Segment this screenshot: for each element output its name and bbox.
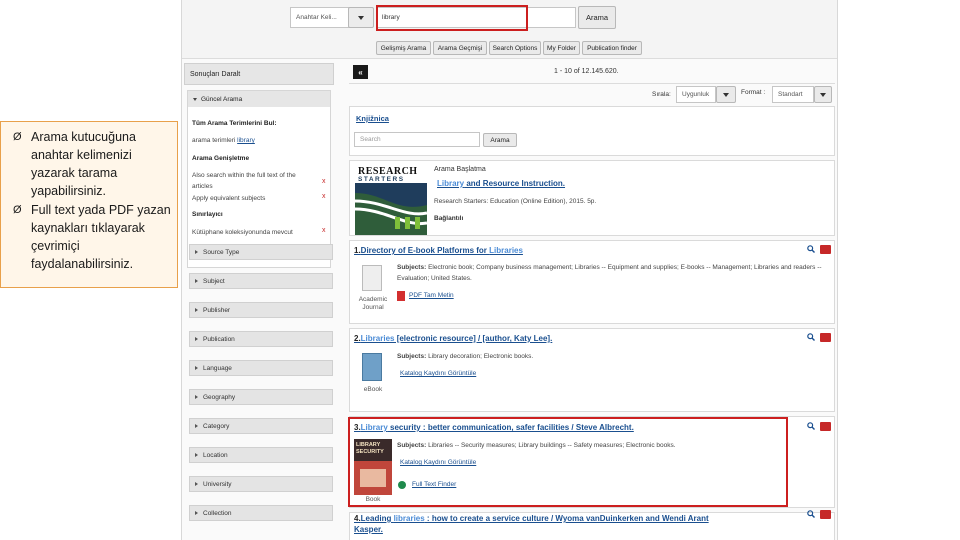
current-search-header[interactable]: Güncel Arama [188,91,330,107]
chevron-down-icon [358,15,364,20]
sort-label: Sırala: [652,91,671,98]
search-options-link[interactable]: Search Options [489,41,541,55]
instruction-note: Ø Arama kutucuğuna anahtar kelimenizi yaz… [0,121,178,288]
search-field-dropdown[interactable]: Anahtar Keli... [290,7,350,28]
database-search-app: Anahtar Keli... library Arama Gelişmiş A… [181,0,838,540]
add-to-folder-icon[interactable] [820,333,831,342]
preview-magnifier-icon[interactable] [807,510,815,518]
collapse-sidebar-button[interactable]: « [353,65,368,79]
preview-magnifier-icon[interactable] [807,333,815,341]
search-history-link[interactable]: Arama Geçmişi [433,41,487,55]
pdf-icon [397,291,405,301]
facet-geography[interactable]: Geography [189,389,333,405]
search-terms: arama terimleri library [192,137,255,144]
caret-right-icon [195,250,198,254]
result-title[interactable]: 2.Libraries [electronic resource] / [aut… [354,334,552,343]
result-title[interactable]: 4.Leading libraries : how to create a se… [354,513,794,535]
facet-source-type[interactable]: Source Type [189,244,333,260]
research-starter-title[interactable]: Library and Resource Instruction. [437,179,565,188]
research-starter-source: Research Starters: Education (Online Edi… [434,198,597,205]
expanders-label: Arama Genişletme [192,155,250,162]
facet-location[interactable]: Location [189,447,333,463]
format-select[interactable]: Standart [772,86,814,103]
knjiznica-title[interactable]: Knjižnica [356,114,389,123]
facet-university[interactable]: University [189,476,333,492]
arrow-bullet-icon: Ø [13,131,22,143]
limiter-item: Kütüphane koleksiyonunda mevcut [192,229,293,236]
facet-subject[interactable]: Subject [189,273,333,289]
facet-collection[interactable]: Collection [189,505,333,521]
sort-select[interactable]: Uygunluk [676,86,716,103]
caret-right-icon [195,308,198,312]
result-title[interactable]: 1.Directory of E-book Platforms for Libr… [354,246,523,255]
result-item: 2.Libraries [electronic resource] / [aut… [349,328,835,412]
publication-finder-link[interactable]: Publication finder [582,41,642,55]
caret-right-icon [195,424,198,428]
dropdown-button[interactable] [348,7,374,28]
caret-down-icon [193,97,197,101]
term-link[interactable]: library [237,137,255,144]
format-dropdown-button[interactable] [814,86,832,103]
add-to-folder-icon[interactable] [820,245,831,254]
research-starter-heading: Arama Başlatma [434,166,486,173]
result-highlight-box [348,417,788,507]
related-label: Bağlantılı [434,215,464,222]
preview-magnifier-icon[interactable] [807,422,815,430]
result-count: 1 - 10 of 12.145.620. [554,68,619,75]
sort-dropdown-button[interactable] [716,86,736,103]
facet-publisher[interactable]: Publisher [189,302,333,318]
research-starters-logo: RESEARCH STARTERS [355,165,427,235]
note-item: Ø Full text yada PDF yazan kaynakları tık… [13,203,171,271]
caret-right-icon [195,366,198,370]
sidebar: Sonuçları Daralt Güncel Arama Tüm Arama … [184,63,336,540]
caret-right-icon [195,482,198,486]
my-folder-link[interactable]: My Folder [543,41,580,55]
caret-right-icon [195,279,198,283]
research-starter: RESEARCH STARTERS Arama Başlatma Library… [349,160,835,236]
caret-right-icon [195,395,198,399]
all-terms-label: Tüm Arama Terimlerini Bul: [192,120,277,127]
arrow-bullet-icon: Ø [13,204,22,216]
academic-journal-icon [362,265,382,291]
publication-type-label: eBook [363,386,383,393]
results-toolbar-line [349,83,835,84]
advanced-search-link[interactable]: Gelişmiş Arama [376,41,431,55]
limiters-label: Sınırlayıcı [192,211,223,218]
expander-item: Also search within the full text of the … [192,172,296,190]
expander-item: Apply equivalent subjects [192,195,266,202]
current-search-panel: Güncel Arama Tüm Arama Terimlerini Bul: … [187,90,331,268]
pdf-full-text-link[interactable]: PDF Tam Metin [409,292,454,299]
road-graphic-icon [355,183,427,235]
facet-category[interactable]: Category [189,418,333,434]
narrow-results-header: Sonuçları Daralt [184,63,334,85]
facet-language[interactable]: Language [189,360,333,376]
format-label: Format : [741,89,766,96]
result-item: 1.Directory of E-book Platforms for Libr… [349,240,835,324]
remove-x-icon[interactable]: x [322,193,326,200]
knjiznica-search-button[interactable]: Arama [483,133,517,147]
remove-x-icon[interactable]: x [322,178,326,185]
search-button[interactable]: Arama [578,6,616,29]
add-to-folder-icon[interactable] [820,510,831,519]
search-highlight-box [376,5,528,31]
caret-right-icon [195,511,198,515]
chevron-down-icon [723,92,729,97]
add-to-folder-icon[interactable] [820,422,831,431]
ebook-icon [362,353,382,381]
knjiznica-search-input[interactable]: Search [354,132,480,147]
result-item: 4.Leading libraries : how to create a se… [349,510,835,540]
caret-right-icon [195,453,198,457]
catalog-record-link[interactable]: Katalog Kaydını Görüntüle [400,370,476,377]
chevron-down-icon [820,92,826,97]
publication-type-label: Academic Journal [358,296,388,311]
result-subjects: Subjects: Library decoration; Electronic… [397,353,534,360]
caret-right-icon [195,337,198,341]
preview-magnifier-icon[interactable] [807,245,815,253]
result-subjects: Subjects: Electronic book; Company busin… [397,264,822,282]
facet-publication[interactable]: Publication [189,331,333,347]
remove-x-icon[interactable]: x [322,227,326,234]
note-item: Ø Arama kutucuğuna anahtar kelimenizi yaz… [13,130,136,198]
knjiznica-widget: Knjižnica Search Arama [349,106,835,156]
